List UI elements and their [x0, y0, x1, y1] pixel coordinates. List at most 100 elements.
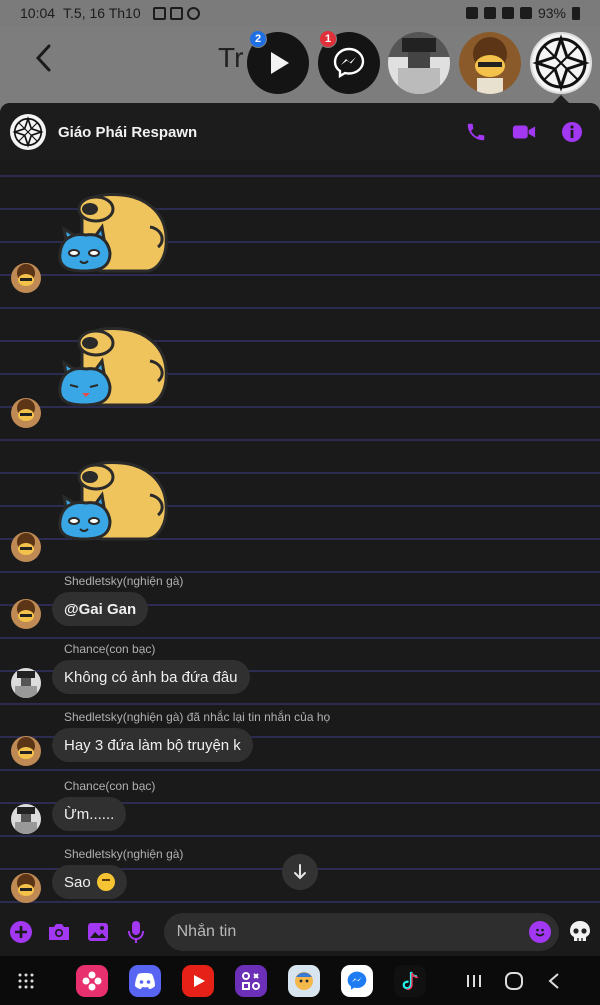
recent-apps-button[interactable]: [460, 967, 488, 995]
image-icon: [87, 922, 108, 941]
video-icon: [512, 125, 536, 139]
recent-apps-icon: [467, 974, 481, 987]
flower-app[interactable]: [76, 964, 108, 997]
message-bubble[interactable]: @Gai Gan: [52, 592, 149, 626]
dog-cat-sticker: [58, 193, 168, 273]
tiktok-app[interactable]: [394, 964, 426, 997]
discord-app[interactable]: [129, 964, 161, 997]
sender-avatar-shedletsky[interactable]: [11, 263, 41, 293]
emoji-button[interactable]: [528, 920, 551, 943]
info-icon: [562, 122, 582, 142]
info-button[interactable]: [560, 120, 584, 144]
sender-avatar-chance[interactable]: [11, 804, 41, 834]
face-app[interactable]: [288, 964, 320, 997]
alarm-icon: [465, 7, 478, 19]
avatar-image: [17, 874, 35, 896]
video-call-button[interactable]: [512, 120, 536, 144]
mic-icon: [127, 920, 144, 943]
signal-icon: [519, 7, 532, 19]
plus-icon: [9, 920, 32, 943]
chat-head-user-2[interactable]: [459, 32, 521, 94]
play-icon: [271, 52, 289, 74]
chat-head-user-1[interactable]: [388, 32, 450, 94]
message-composer: [0, 907, 600, 956]
dog-cat-sticker: [58, 461, 168, 541]
sender-avatar-shedletsky[interactable]: [11, 599, 41, 629]
notification-icons: [152, 6, 200, 20]
messenger-app[interactable]: [341, 964, 373, 997]
arrow-down-icon: [294, 864, 306, 880]
thinking-emoji-icon: [96, 873, 115, 891]
sticker-message[interactable]: [52, 191, 174, 281]
avatar-image: [17, 264, 35, 286]
phone-icon: [467, 123, 485, 141]
home-button[interactable]: [500, 967, 528, 995]
voice-message-button[interactable]: [123, 919, 148, 945]
camera-icon: [49, 923, 70, 940]
face-app-icon: [295, 971, 313, 990]
game-launcher-app[interactable]: [235, 964, 267, 997]
call-button[interactable]: [464, 120, 488, 144]
home-icon: [505, 971, 523, 990]
messenger-icon: [333, 47, 365, 79]
avatar-image: [15, 671, 37, 698]
message-bubble[interactable]: Sao: [52, 865, 127, 899]
discord-icon: [135, 972, 155, 989]
group-avatar[interactable]: [10, 114, 46, 150]
group-name[interactable]: Giáo Phái Respawn: [58, 124, 197, 141]
sender-avatar-shedletsky[interactable]: [11, 532, 41, 562]
status-time: 10:04: [20, 5, 56, 21]
messenger-icon: [347, 971, 367, 990]
android-nav-bar: [0, 956, 600, 1005]
emoji-icon: [535, 928, 545, 936]
camera-button[interactable]: [46, 919, 71, 945]
message-input[interactable]: [176, 922, 517, 941]
message-input-wrapper: [163, 912, 559, 951]
youtube-app[interactable]: [182, 964, 214, 997]
chat-header: Giáo Phái Respawn: [0, 103, 600, 161]
user-avatar-image: [398, 38, 440, 94]
more-actions-button[interactable]: [8, 919, 33, 945]
check-notification-icon: [169, 6, 183, 20]
battery-percent: 93%: [537, 5, 566, 21]
chat-panel: Giáo Phái Respawn Shedletsky(nghiện gà) …: [0, 103, 600, 956]
chat-head-messenger-badge: 1: [319, 30, 337, 48]
battery-icon: [572, 6, 580, 20]
message-bubble[interactable]: Không có ảnh ba đứa đâu: [52, 660, 250, 694]
status-date: T.5, 16 Th10: [63, 5, 141, 21]
gallery-notification-icon: [152, 6, 166, 20]
sticker-message[interactable]: [52, 325, 174, 415]
flower-app-icon: [82, 971, 102, 990]
sender-avatar-shedletsky[interactable]: [11, 398, 41, 428]
avatar-image: [17, 399, 35, 421]
sender-avatar-shedletsky[interactable]: [11, 873, 41, 903]
dog-cat-sticker: [58, 327, 168, 407]
avatar-image: [17, 533, 35, 555]
avatar-image: [15, 807, 37, 834]
chat-head-group[interactable]: [530, 32, 592, 94]
sender-name: Shedletsky(nghiện gà) đã nhắc lại tin nh…: [64, 710, 331, 724]
quick-reaction-button[interactable]: [569, 919, 592, 945]
app-drawer-icon: [18, 973, 34, 988]
group-star-icon: [532, 34, 590, 92]
scroll-to-bottom-button[interactable]: [282, 854, 318, 890]
sender-avatar-shedletsky[interactable]: [11, 736, 41, 766]
wifi-icon: [501, 7, 514, 19]
sticker-message[interactable]: [52, 459, 174, 549]
sender-avatar-chance[interactable]: [11, 668, 41, 698]
back-chevron-icon: [548, 972, 559, 989]
back-button[interactable]: [28, 40, 58, 76]
app-drawer-button[interactable]: [12, 967, 40, 995]
gallery-button[interactable]: [85, 919, 110, 945]
youtube-icon: [194, 974, 205, 987]
skull-icon: [570, 920, 591, 941]
message-bubble[interactable]: Ừm......: [52, 797, 127, 831]
avatar-image: [17, 600, 35, 622]
nav-back-button[interactable]: [540, 967, 568, 995]
messenger-notification-icon: [186, 6, 200, 20]
group-star-icon: [12, 116, 44, 148]
message-bubble[interactable]: Hay 3 đứa làm bộ truyện k: [52, 728, 253, 762]
avatar-image: [17, 737, 35, 759]
message-text: Sao: [64, 873, 91, 891]
chat-head-play-badge: 2: [249, 30, 267, 48]
